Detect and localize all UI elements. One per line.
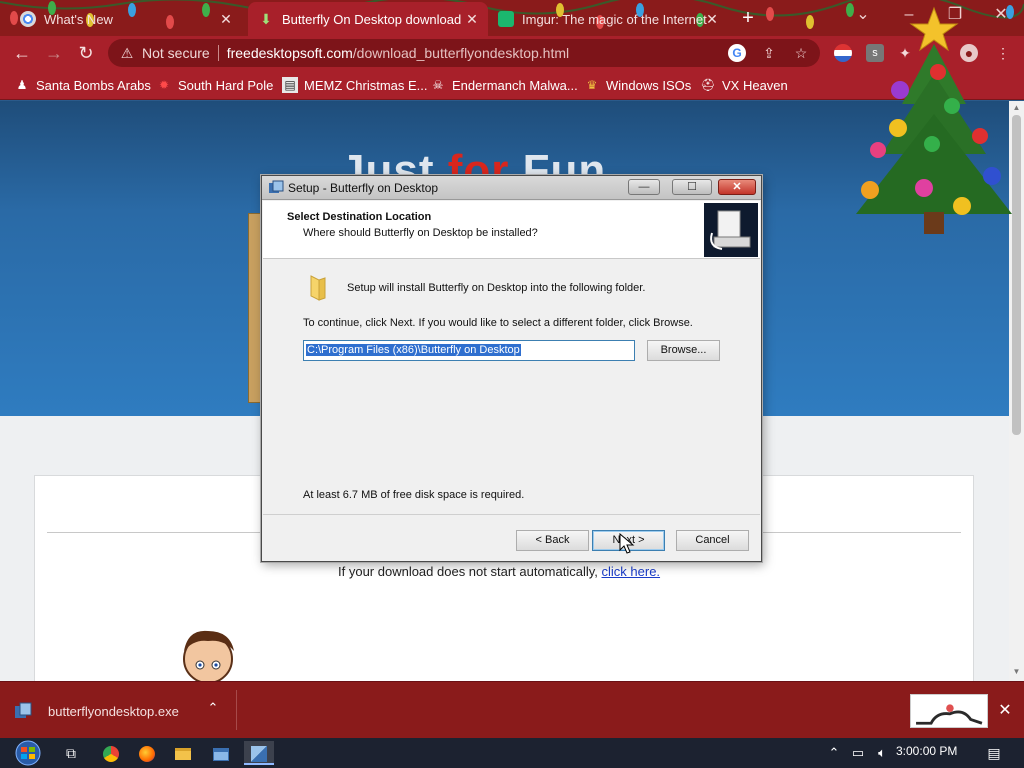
network-icon[interactable]: ▭ xyxy=(848,744,868,762)
tab-butterfly-download[interactable]: ⬇ Butterfly On Desktop download ✕ xyxy=(248,2,488,36)
bookmark-label: Santa Bombs Arabs xyxy=(36,77,151,93)
bookmark-star-icon[interactable]: ☆ xyxy=(792,44,810,62)
bookmark-label: Endermanch Malwa... xyxy=(452,77,578,93)
bookmark-south-hard-pole[interactable]: ✹ South Hard Pole xyxy=(156,76,273,94)
setup-dialog: Setup - Butterfly on Desktop — ☐ ✕ Selec… xyxy=(261,175,762,562)
helmet-icon: ⛑ xyxy=(700,78,716,92)
download-note-text: If your download does not start automati… xyxy=(338,564,602,579)
setup-computer-icon xyxy=(704,203,758,257)
instruction-text: To continue, click Next. If you would li… xyxy=(303,317,693,329)
close-download-shelf-icon[interactable]: ✕ xyxy=(996,700,1014,720)
mouse-cursor-icon xyxy=(619,533,635,554)
installer-icon xyxy=(269,180,284,193)
wizard-step-subtitle: Where should Butterfly on Desktop be ins… xyxy=(303,227,538,239)
dialog-close-button[interactable]: ✕ xyxy=(718,179,756,195)
taskbar-setup-installer-icon[interactable] xyxy=(244,741,274,765)
disk-space-text: At least 6.7 MB of free disk space is re… xyxy=(303,489,525,501)
bookmark-memz-christmas[interactable]: ▤ MEMZ Christmas E... xyxy=(282,76,428,94)
folder-icon xyxy=(310,275,326,301)
share-icon[interactable]: ⇪ xyxy=(760,44,778,62)
dialog-maximize-button[interactable]: ☐ xyxy=(672,179,712,195)
tab-imgur[interactable]: Imgur: The magic of the Internet ✕ xyxy=(488,2,728,36)
close-tab-icon[interactable]: ✕ xyxy=(704,11,720,27)
warning-icon[interactable]: ⚠ xyxy=(118,45,136,62)
selected-path-text: C:\Program Files (x86)\Butterfly on Desk… xyxy=(306,344,521,356)
tray-overflow-chevron-icon[interactable]: ⌃ xyxy=(826,744,842,762)
security-label[interactable]: Not secure xyxy=(142,45,210,61)
bookmark-endermanch-malware[interactable]: ☠ Endermanch Malwa... xyxy=(430,76,578,94)
new-tab-button[interactable]: + xyxy=(738,8,758,28)
bookmark-santa-bombs-arabs[interactable]: ♟ Santa Bombs Arabs xyxy=(14,76,151,94)
click-here-link[interactable]: click here. xyxy=(602,564,661,579)
taskbar-window-app-icon[interactable] xyxy=(206,741,236,765)
dialog-minimize-button[interactable]: — xyxy=(628,179,660,195)
bookmark-windows-isos[interactable]: ♛ Windows ISOs xyxy=(584,76,692,94)
wizard-body: Setup will install Butterfly on Desktop … xyxy=(263,260,760,514)
url-text[interactable]: freedesktopsoft.com/download_butterflyon… xyxy=(227,45,569,61)
skull-icon: ☠ xyxy=(432,78,444,92)
divider xyxy=(217,45,219,61)
download-shelf: butterflyondesktop.exe ⌃ ✕ xyxy=(0,681,1024,738)
tab-whats-new[interactable]: What's New ✕ xyxy=(10,2,242,36)
destination-path-input[interactable]: C:\Program Files (x86)\Butterfly on Desk… xyxy=(303,340,635,361)
bookmark-label: Windows ISOs xyxy=(606,77,692,93)
chevron-up-icon[interactable]: ⌃ xyxy=(204,700,222,716)
reload-button[interactable]: ↻ xyxy=(74,41,98,65)
imgur-icon xyxy=(498,11,514,27)
cartoon-man-image xyxy=(183,630,234,681)
taskbar-file-explorer-icon[interactable] xyxy=(168,741,198,765)
tab-label: Imgur: The magic of the Internet xyxy=(522,11,707,27)
santa-icon: ♟ xyxy=(16,78,28,92)
tab-label: Butterfly On Desktop download xyxy=(282,11,462,27)
bookmark-label: MEMZ Christmas E... xyxy=(304,77,428,93)
start-button-windows-icon[interactable] xyxy=(10,740,46,766)
download-item[interactable]: butterflyondesktop.exe xyxy=(14,696,179,726)
action-center-icon[interactable]: ▤ xyxy=(984,743,1004,763)
taskbar-chrome-icon[interactable] xyxy=(96,741,126,765)
bookmark-label: South Hard Pole xyxy=(178,77,274,93)
dialog-titlebar[interactable]: Setup - Butterfly on Desktop — ☐ ✕ xyxy=(262,176,761,200)
task-view-icon[interactable]: ⧉ xyxy=(56,741,86,765)
wizard-header: Select Destination Location Where should… xyxy=(263,201,760,259)
back-button[interactable]: < Back xyxy=(516,530,589,551)
volume-icon[interactable]: 🔈︎ xyxy=(872,744,892,762)
bookmark-vx-heaven[interactable]: ⛑ VX Heaven xyxy=(700,76,788,94)
red-ornament-icon: ✹ xyxy=(158,78,170,92)
google-lens-icon[interactable]: G xyxy=(728,44,746,62)
wizard-footer: < Back Next > Cancel xyxy=(263,514,760,561)
download-arrow-icon: ⬇ xyxy=(260,11,272,27)
cancel-button[interactable]: Cancel xyxy=(676,530,749,551)
taskbar-firefox-icon[interactable] xyxy=(132,741,162,765)
divider xyxy=(236,690,237,730)
folder-person-icon: ♛ xyxy=(586,78,598,92)
scroll-down-arrow-icon[interactable]: ▼ xyxy=(1012,667,1021,676)
url-host: freedesktopsoft.com xyxy=(226,45,353,61)
url-path: /download_butterflyondesktop.html xyxy=(352,45,570,61)
animated-character-thumbnail[interactable] xyxy=(910,694,988,728)
back-button[interactable]: ← xyxy=(10,41,34,65)
tab-label: What's New xyxy=(44,11,113,27)
bookmark-label: VX Heaven xyxy=(722,77,788,93)
close-tab-icon[interactable]: ✕ xyxy=(218,11,234,27)
close-tab-icon[interactable]: ✕ xyxy=(464,11,480,27)
browse-button[interactable]: Browse... xyxy=(647,340,720,361)
christmas-tree-decoration xyxy=(856,6,1012,234)
dialog-title: Setup - Butterfly on Desktop xyxy=(288,181,439,195)
install-location-text: Setup will install Butterfly on Desktop … xyxy=(347,282,646,294)
windows-taskbar: ⧉ ⌃ ▭ 🔈︎ 3:00:00 PM ▤ xyxy=(0,738,1024,768)
chrome-icon xyxy=(20,11,36,27)
download-note: If your download does not start automati… xyxy=(338,564,660,579)
download-filename: butterflyondesktop.exe xyxy=(48,703,179,719)
installer-file-icon xyxy=(15,702,32,718)
wizard-step-title: Select Destination Location xyxy=(287,211,432,223)
taskbar-clock[interactable]: 3:00:00 PM xyxy=(896,744,957,758)
page-icon: ▤ xyxy=(282,77,298,93)
forward-button[interactable]: → xyxy=(42,41,66,65)
address-bar[interactable]: ⚠ Not secure freedesktopsoft.com/downloa… xyxy=(108,39,820,67)
